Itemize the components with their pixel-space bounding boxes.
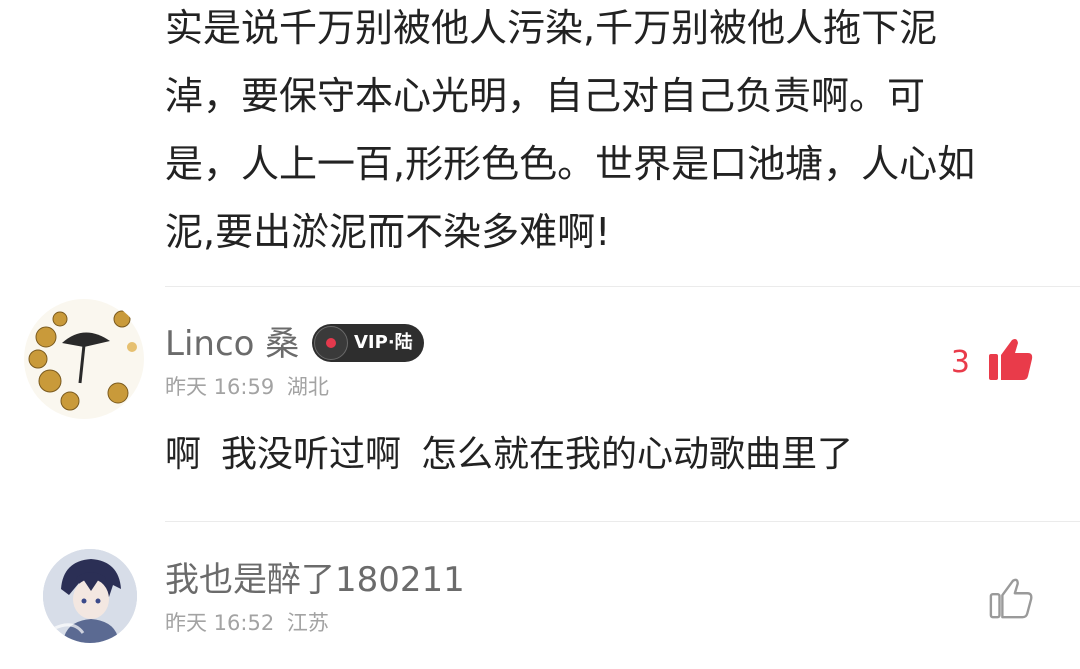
vip-badge[interactable]: VIP·陆 bbox=[312, 324, 424, 362]
thumbs-up-icon[interactable] bbox=[988, 576, 1034, 626]
thumbs-up-icon[interactable] bbox=[986, 336, 1034, 388]
comment-text: 啊我没听过啊 怎么就在我的心动歌曲里了 bbox=[165, 430, 853, 480]
comment-line: 是，人上一百,形形色色。世界是口池塘，人心如 bbox=[165, 142, 976, 186]
comment-line: 实是说千万别被他人污染,千万别被他人拖下泥 bbox=[165, 6, 938, 50]
comment-text-part: 怎么就在我的心动歌曲里了 bbox=[421, 434, 854, 475]
comment-time: 昨天 16:59 bbox=[165, 375, 275, 399]
like-count: 3 bbox=[950, 345, 970, 380]
comment-text-part: 啊 bbox=[165, 434, 202, 475]
username[interactable]: Linco 桑 bbox=[165, 324, 299, 364]
avatar[interactable] bbox=[22, 297, 146, 421]
comment-time: 昨天 16:52 bbox=[165, 611, 275, 635]
avatar[interactable] bbox=[43, 549, 137, 643]
comment-text-part: 我没听过啊 bbox=[221, 434, 402, 475]
comment-location: 江苏 bbox=[286, 611, 329, 635]
comment-meta: 昨天 16:52 江苏 bbox=[165, 610, 329, 636]
vinyl-disc-icon bbox=[314, 326, 348, 360]
divider bbox=[165, 521, 1080, 522]
username[interactable]: 我也是醉了180211 bbox=[165, 560, 465, 600]
comment-meta: 昨天 16:59 湖北 bbox=[165, 374, 329, 400]
vip-badge-label: VIP·陆 bbox=[354, 332, 413, 353]
comment-line: 泥,要出淤泥而不染多难啊! bbox=[165, 210, 611, 254]
comment-text-previous: 实是说千万别被他人污染,千万别被他人拖下泥 淖，要保守本心光明，自己对自己负责啊… bbox=[165, 0, 1045, 266]
comment-line: 淖，要保守本心光明，自己对自己负责啊。可 bbox=[165, 74, 926, 118]
divider bbox=[165, 286, 1080, 287]
comment-location: 湖北 bbox=[286, 375, 329, 399]
